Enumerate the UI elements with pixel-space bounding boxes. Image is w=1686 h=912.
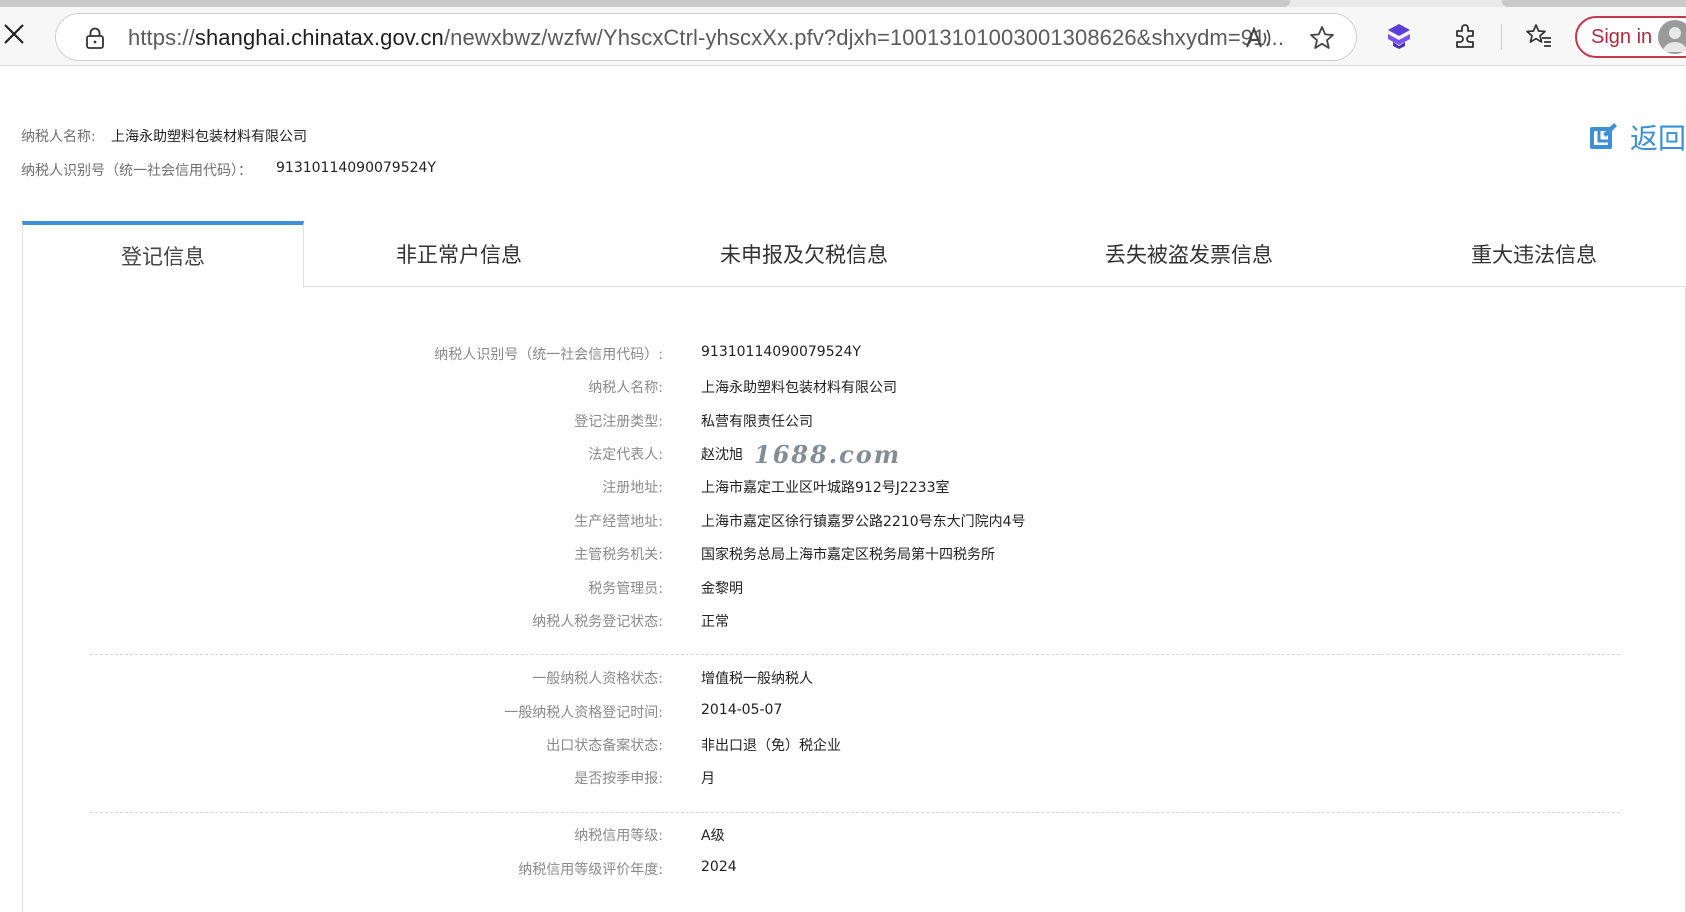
tab-strip-thumb[interactable] [0, 0, 1290, 7]
detail-label: 纳税人税务登记状态: [532, 614, 663, 630]
detail-label: 生产经营地址: [574, 514, 663, 530]
return-icon [1590, 123, 1617, 149]
detail-value: 上海永助塑料包装材料有限公司 [701, 380, 897, 396]
registration-info-panel: 纳税人识别号（统一社会信用代码）: 91310114090079524Y 纳税人… [22, 287, 1686, 912]
detail-row-credit-rating: 纳税信用等级: A级 [23, 825, 1623, 849]
tab-lost-invoice-info[interactable]: 丢失被盗发票信息 [994, 221, 1384, 287]
favorite-star-icon[interactable] [1308, 24, 1336, 52]
tab-strip-scroll[interactable] [0, 0, 1686, 7]
taxpayer-name-value: 上海永助塑料包装材料有限公司 [111, 129, 307, 145]
detail-value: 赵沈旭 [701, 447, 743, 463]
avatar[interactable] [1658, 20, 1686, 54]
detail-value: 国家税务总局上海市嘉定区税务局第十四税务所 [701, 547, 995, 563]
detail-label: 注册地址: [602, 480, 663, 496]
lock-icon[interactable] [84, 26, 106, 50]
detail-label: 主管税务机关: [574, 547, 663, 563]
detail-row-general-taxpayer-date: 一般纳税人资格登记时间: 2014-05-07 [23, 702, 1623, 726]
detail-label: 是否按季申报: [574, 771, 663, 787]
detail-value: 91310114090079524Y [701, 344, 861, 360]
detail-row-registration-status: 纳税人税务登记状态: 正常 [23, 611, 1623, 635]
detail-label: 税务管理员: [588, 581, 663, 597]
detail-label: 一般纳税人资格状态: [532, 671, 663, 687]
detail-row-tax-authority: 主管税务机关: 国家税务总局上海市嘉定区税务局第十四税务所 [23, 544, 1623, 568]
detail-value: 金黎明 [701, 581, 743, 597]
tab-strip-thumb-right[interactable] [1502, 0, 1686, 7]
detail-label: 纳税信用等级: [574, 828, 663, 844]
detail-row-registered-address: 注册地址: 上海市嘉定工业区叶城路912号J2233室 [23, 477, 1623, 501]
extensions-icon[interactable] [1451, 22, 1479, 50]
detail-row-credit-rating-year: 纳税信用等级评价年度: 2024 [23, 859, 1623, 883]
tab-major-violation-info[interactable]: 重大违法信息 [1384, 221, 1684, 287]
taxpayer-id-value: 91310114090079524Y [276, 160, 436, 176]
section-divider [90, 812, 1620, 813]
toolbar-separator [1501, 24, 1502, 50]
detail-value: 上海市嘉定工业区叶城路912号J2233室 [701, 480, 950, 496]
watermark: 1688.com [754, 440, 902, 469]
detail-value: 增值税一般纳税人 [701, 671, 813, 687]
tab-registration-info[interactable]: 登记信息 [22, 221, 304, 288]
return-label: 返回 [1630, 122, 1686, 155]
detail-value: 私营有限责任公司 [701, 414, 813, 430]
detail-row-quarterly-filing: 是否按季申报: 月 [23, 768, 1623, 792]
detail-label: 纳税人识别号（统一社会信用代码）: [434, 347, 663, 363]
detail-value: 正常 [701, 614, 729, 630]
tab-undeclared-arrears-info[interactable]: 未申报及欠税信息 [614, 221, 994, 287]
detail-row-export-status: 出口状态备案状态: 非出口退（免）税企业 [23, 735, 1623, 759]
section-divider [90, 654, 1620, 655]
detail-label: 纳税信用等级评价年度: [518, 862, 663, 878]
detail-row-taxpayer-id: 纳税人识别号（统一社会信用代码）: 91310114090079524Y [23, 344, 1623, 368]
detail-label: 登记注册类型: [574, 414, 663, 430]
detail-label: 出口状态备案状态: [546, 738, 663, 754]
detail-value: 月 [701, 771, 715, 787]
detail-value: 非出口退（免）税企业 [701, 738, 841, 754]
tab-bar: 登记信息 非正常户信息 未申报及欠税信息 丢失被盗发票信息 重大违法信息 [22, 221, 1686, 288]
detail-value: A级 [701, 828, 725, 844]
browser-toolbar: https://shanghai.chinatax.gov.cn/newxbwz… [0, 0, 1686, 66]
detail-value: 2014-05-07 [701, 702, 783, 718]
detail-label: 一般纳税人资格登记时间: [504, 705, 663, 721]
detail-row-registration-type: 登记注册类型: 私营有限责任公司 [23, 411, 1623, 435]
url-prefix: https:// [128, 25, 195, 50]
return-button[interactable]: 返回 [1586, 117, 1686, 157]
detail-label: 纳税人名称: [588, 380, 663, 396]
detail-row-general-taxpayer-status: 一般纳税人资格状态: 增值税一般纳税人 [23, 668, 1623, 692]
taxpayer-name-label: 纳税人名称: [21, 129, 96, 145]
detail-row-business-address: 生产经营地址: 上海市嘉定区徐行镇嘉罗公路2210号东大门院内4号 [23, 511, 1623, 535]
detail-value: 2024 [701, 859, 737, 875]
url-path: /newxbwz/wzfw/YhscxCtrl-yhscxXx.pfv?djxh… [443, 25, 1285, 50]
detail-label: 法定代表人: [588, 447, 663, 463]
favorites-icon[interactable] [1525, 22, 1553, 50]
read-aloud-icon[interactable] [1244, 25, 1272, 51]
close-icon[interactable] [2, 22, 26, 46]
address-bar[interactable]: https://shanghai.chinatax.gov.cn/newxbwz… [55, 13, 1357, 61]
detail-row-taxpayer-name: 纳税人名称: 上海永助塑料包装材料有限公司 [23, 377, 1623, 401]
taxpayer-id-label: 纳税人识别号（统一社会信用代码）： [21, 163, 252, 179]
detail-value: 上海市嘉定区徐行镇嘉罗公路2210号东大门院内4号 [701, 514, 1026, 530]
tab-abnormal-household-info[interactable]: 非正常户信息 [304, 221, 614, 287]
url-text[interactable]: https://shanghai.chinatax.gov.cn/newxbwz… [128, 25, 1284, 51]
url-host: shanghai.chinatax.gov.cn [194, 25, 444, 50]
copilot-icon[interactable] [1385, 22, 1413, 50]
detail-row-tax-administrator: 税务管理员: 金黎明 [23, 578, 1623, 602]
